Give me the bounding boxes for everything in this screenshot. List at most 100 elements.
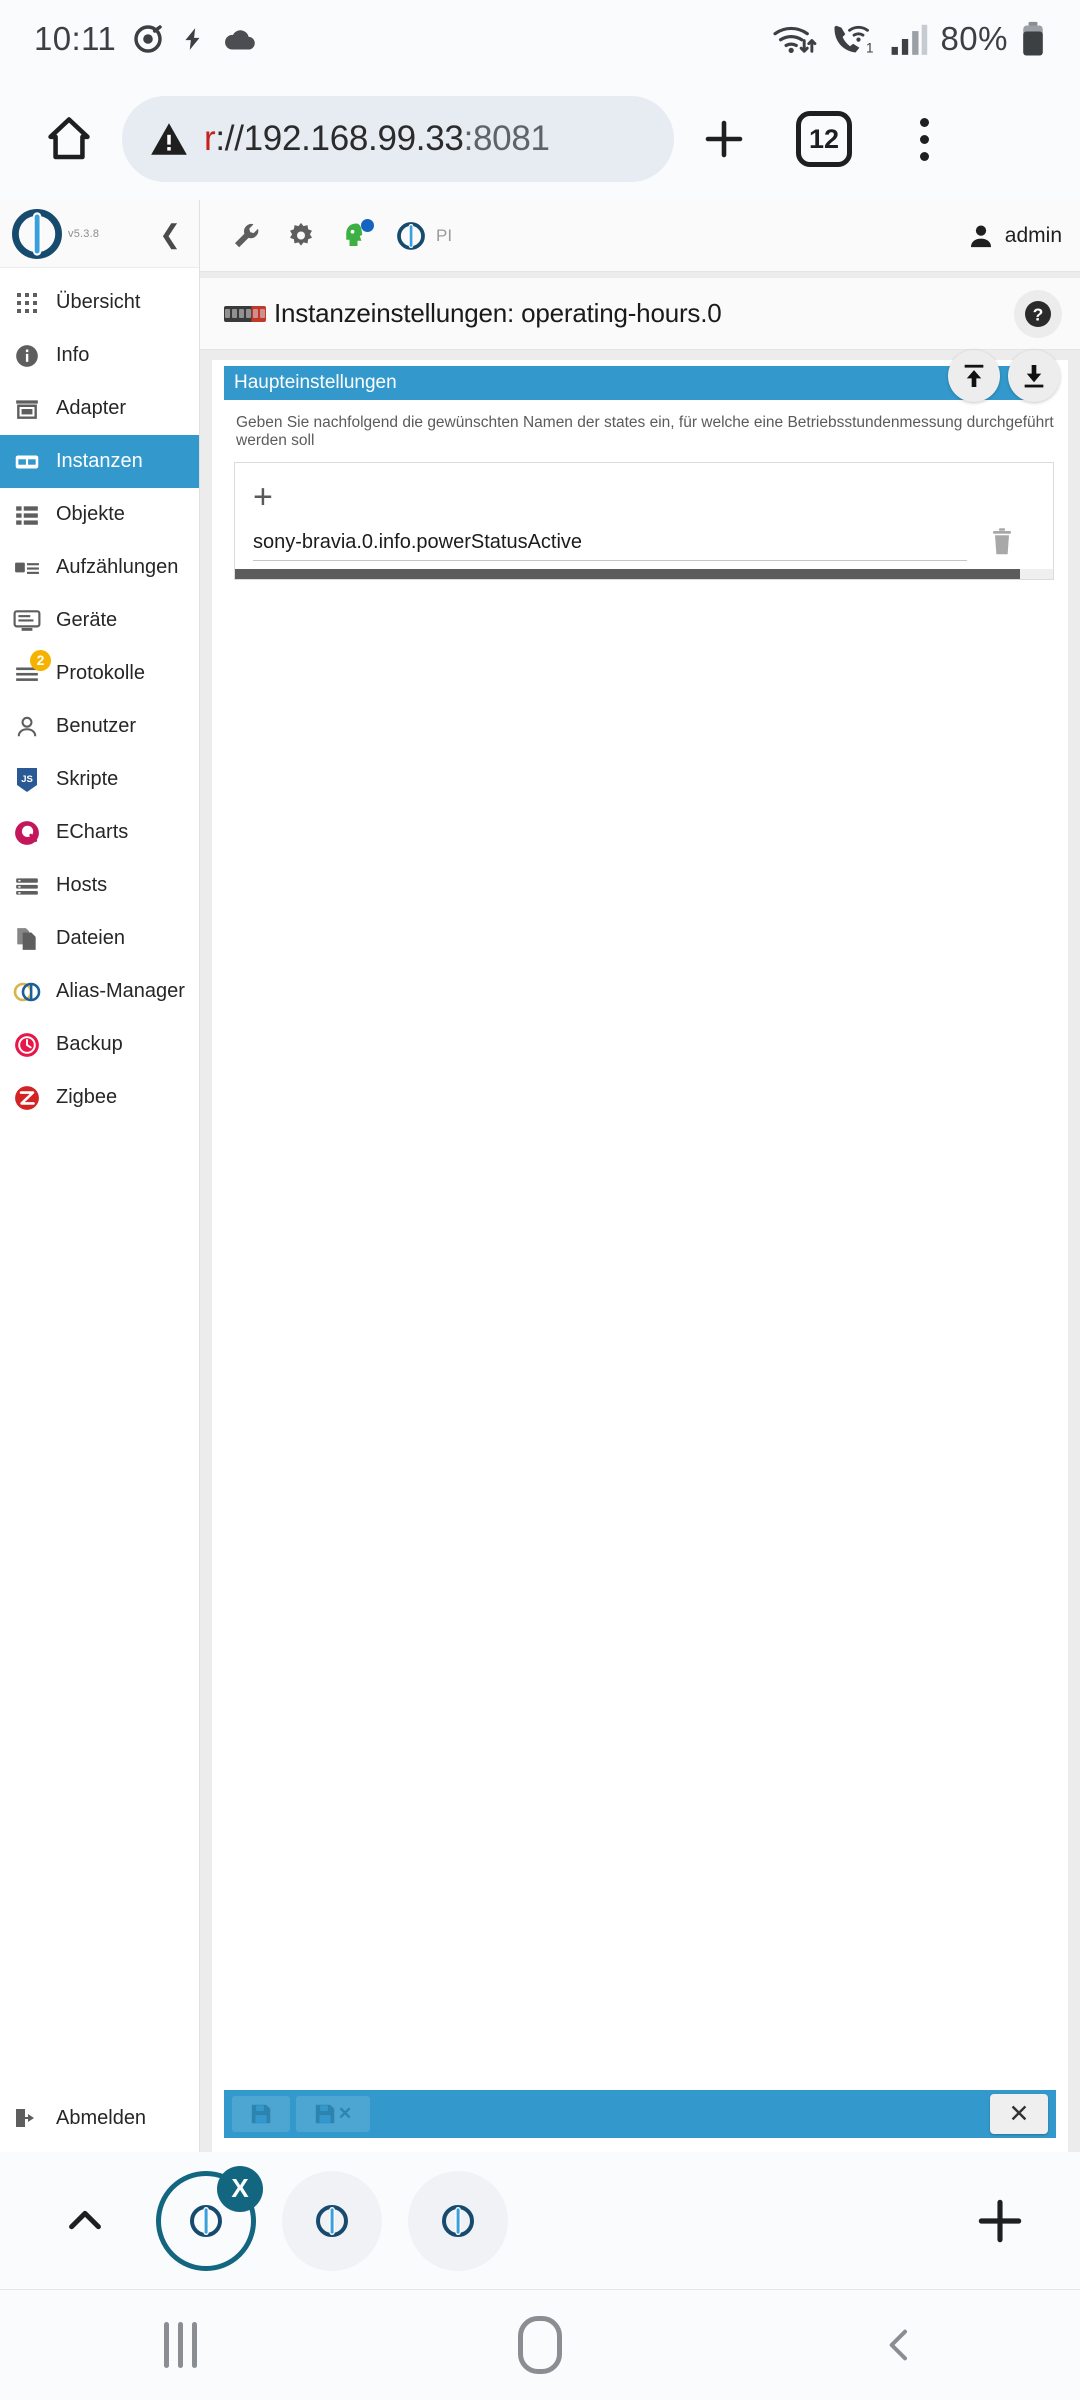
url-host: 192.168.99.33 xyxy=(243,119,464,158)
browser-tab-3[interactable] xyxy=(408,2170,508,2271)
expert-mode-head-icon[interactable] xyxy=(340,218,374,251)
sidebar-item-geraete[interactable]: Geräte xyxy=(0,594,199,647)
main-content: PI admin Instanzeinstellungen: operating… xyxy=(200,200,1080,2152)
close-tab-button[interactable]: X xyxy=(217,2165,263,2212)
upload-config-button[interactable] xyxy=(948,350,1000,402)
logout-icon xyxy=(12,2103,42,2133)
logs-badge-count: 2 xyxy=(30,649,51,671)
instance-settings-header: Instanzeinstellungen: operating-hours.0 … xyxy=(200,278,1080,350)
sidebar-item-label: Protokolle xyxy=(56,662,145,684)
grid-icon xyxy=(12,288,42,318)
sidebar-item-label: Adapter xyxy=(56,397,127,419)
browser-menu-button[interactable] xyxy=(874,117,974,161)
javascript-icon: JS xyxy=(12,765,42,795)
table-row: sony-bravia.0.info.powerStatusActive xyxy=(235,521,1053,561)
echarts-icon xyxy=(12,818,42,848)
backup-icon xyxy=(12,1030,42,1060)
download-config-button[interactable] xyxy=(1008,350,1060,402)
browser-new-tab-button[interactable] xyxy=(674,115,774,163)
android-navigation-bar xyxy=(0,2290,1080,2400)
delete-row-button[interactable] xyxy=(967,527,1037,561)
sidebar-item-label: Skripte xyxy=(56,768,119,790)
user-name-label: admin xyxy=(1004,223,1062,247)
sidebar-item-hosts[interactable]: Hosts xyxy=(0,859,199,912)
url-text[interactable]: r://192.168.99.33:8081 xyxy=(204,119,550,159)
status-right-group: 1 80% xyxy=(772,20,1046,58)
sidebar-item-echarts[interactable]: ECharts xyxy=(0,806,199,859)
files-icon xyxy=(12,924,42,954)
save-button[interactable] xyxy=(232,2096,290,2132)
url-bar[interactable]: r://192.168.99.33:8081 xyxy=(122,96,674,182)
tabstrip-add-tab-button[interactable] xyxy=(960,2193,1040,2249)
sidebar-item-protokolle[interactable]: 2 Protokolle xyxy=(0,647,199,700)
browser-tab-switcher-button[interactable]: 12 xyxy=(774,111,874,167)
signal-bars-icon xyxy=(890,22,928,56)
sidebar-item-alias-manager[interactable]: Alias-Manager xyxy=(0,965,199,1018)
expert-mode-badge xyxy=(361,218,374,232)
devices-icon xyxy=(12,606,42,636)
android-back-button[interactable] xyxy=(720,2321,1080,2369)
person-icon xyxy=(967,222,995,250)
sidebar-item-label: Backup xyxy=(56,1033,123,1055)
sidebar-item-backup[interactable]: Backup xyxy=(0,1018,199,1071)
gear-icon[interactable] xyxy=(286,221,316,251)
horizontal-scrollbar[interactable] xyxy=(235,569,1053,579)
svg-text:JS: JS xyxy=(21,774,33,785)
iobroker-logo-icon xyxy=(10,207,64,261)
kebab-menu-icon xyxy=(919,117,929,161)
android-recents-button[interactable] xyxy=(0,2322,360,2368)
save-and-close-button[interactable]: ✕ xyxy=(296,2096,370,2132)
user-menu-button[interactable]: admin xyxy=(967,222,1062,250)
location-icon xyxy=(132,23,164,55)
user-icon xyxy=(12,712,42,742)
tabstrip-collapse-button[interactable] xyxy=(40,2198,130,2244)
help-button[interactable]: ? xyxy=(1014,289,1062,338)
sidebar-item-zigbee[interactable]: Zigbee xyxy=(0,1071,199,1124)
url-separator: :// xyxy=(215,119,244,158)
list-icon xyxy=(12,500,42,530)
cloud-icon xyxy=(222,23,258,55)
browser-home-button[interactable] xyxy=(28,113,110,165)
tab-label: Haupteinstellungen xyxy=(234,372,397,393)
browser-toolbar: r://192.168.99.33:8081 12 xyxy=(0,78,1080,200)
browser-tab-2[interactable] xyxy=(282,2170,382,2271)
state-name-input[interactable]: sony-bravia.0.info.powerStatusActive xyxy=(253,531,967,561)
android-home-button[interactable] xyxy=(360,2316,720,2374)
sidebar-collapse-button[interactable]: ❮ xyxy=(159,221,181,247)
web-page-viewport: v5.3.8 ❮ Übersicht Info Adapter Instanze… xyxy=(0,200,1080,2152)
wrench-icon[interactable] xyxy=(232,221,262,251)
back-icon xyxy=(889,2329,907,2361)
sidebar-item-label: Info xyxy=(56,344,90,366)
settings-hint-text: Geben Sie nachfolgend die gewünschten Na… xyxy=(236,414,1054,449)
host-logo-icon[interactable] xyxy=(396,221,426,251)
wifi-calling-icon: 1 xyxy=(830,22,878,56)
settings-panel: Haupteinstellungen Geben Sie nachfolgend… xyxy=(212,350,1068,2152)
sidebar-item-adapter[interactable]: Adapter xyxy=(0,382,199,435)
svg-text:1: 1 xyxy=(866,41,874,56)
sidebar-item-label: Objekte xyxy=(56,503,125,525)
tab-haupteinstellungen[interactable]: Haupteinstellungen xyxy=(224,366,1030,400)
page-title: Instanzeinstellungen: operating-hours.0 xyxy=(274,298,722,328)
sidebar-item-dateien[interactable]: Dateien xyxy=(0,912,199,965)
sidebar-item-aufzaehlungen[interactable]: Aufzählungen xyxy=(0,541,199,594)
instances-icon xyxy=(12,447,42,477)
browser-tab-1[interactable]: X xyxy=(156,2165,263,2271)
sidebar-item-objekte[interactable]: Objekte xyxy=(0,488,199,541)
sidebar-item-instanzen[interactable]: Instanzen xyxy=(0,435,199,488)
sidebar-logout-button[interactable]: Abmelden xyxy=(0,2090,199,2146)
sidebar-logout-label: Abmelden xyxy=(56,2106,147,2129)
sidebar-item-label: ECharts xyxy=(56,821,129,843)
sidebar-item-label: Instanzen xyxy=(56,450,143,472)
add-state-button[interactable]: + xyxy=(235,473,1053,521)
close-settings-button[interactable]: ✕ xyxy=(990,2094,1048,2134)
sidebar-item-benutzer[interactable]: Benutzer xyxy=(0,700,199,753)
alias-manager-icon xyxy=(12,977,42,1007)
sidebar-item-uebersicht[interactable]: Übersicht xyxy=(0,276,199,329)
close-icon: ✕ xyxy=(1008,2100,1030,2128)
wifi-transfer-icon xyxy=(772,22,818,56)
not-secure-warning-icon[interactable] xyxy=(148,118,190,160)
app-toolbar: PI admin xyxy=(200,200,1080,272)
battery-icon xyxy=(1020,21,1046,57)
sidebar-item-info[interactable]: Info xyxy=(0,329,199,382)
sidebar-item-skripte[interactable]: JS Skripte xyxy=(0,753,199,806)
